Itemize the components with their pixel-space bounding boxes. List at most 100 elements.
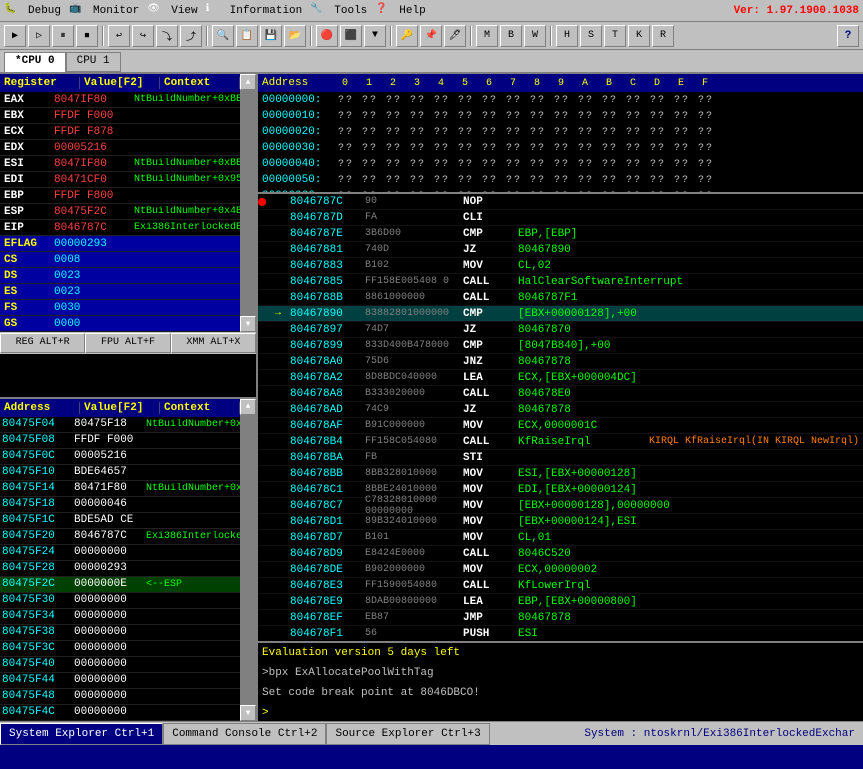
disasm-row[interactable]: 804678EF EB87 JMP 80467878: [258, 610, 863, 626]
toolbar-btn-20[interactable]: B: [500, 25, 522, 47]
stack-scrollbar[interactable]: ▲ ▼: [240, 399, 256, 722]
stack-row[interactable]: 80475F48 00000000: [0, 689, 240, 705]
disasm-row[interactable]: 80467883 B102 MOV CL,02: [258, 258, 863, 274]
disasm-row[interactable]: 80467897 74D7 JZ 80467870: [258, 322, 863, 338]
reg-row[interactable]: DS 0023: [0, 268, 240, 284]
stack-scroll-down[interactable]: ▼: [240, 705, 256, 721]
toolbar-btn-13[interactable]: 🔴: [316, 25, 338, 47]
toolbar-btn-24[interactable]: T: [604, 25, 626, 47]
reg-row[interactable]: EDX 00005216: [0, 140, 240, 156]
disasm-row[interactable]: 80467899 833D400B478000 CMP [8047B840],+…: [258, 338, 863, 354]
disasm-row[interactable]: 8046788B 8861000000 CALL 8046787F1: [258, 290, 863, 306]
disasm-row[interactable]: 804678D1 89B324010000 MOV [EBX+00000124]…: [258, 514, 863, 530]
toolbar-btn-15[interactable]: ▼: [364, 25, 386, 47]
disasm-row[interactable]: 804678C1 8BBE24010000 MOV EDI,[EBX+00000…: [258, 482, 863, 498]
stack-row[interactable]: 80475F04 80475F18 NtBuildNumber+0x4B7: [0, 417, 240, 433]
stack-row[interactable]: 80475F38 00000000: [0, 625, 240, 641]
stack-row[interactable]: 80475F4C 00000000: [0, 705, 240, 721]
cpu-tab-1[interactable]: CPU 1: [66, 52, 121, 72]
disasm-row[interactable]: 804678D7 B101 MOV CL,01: [258, 530, 863, 546]
toolbar-btn-9[interactable]: 🔍: [212, 25, 234, 47]
cpu-tab-0[interactable]: *CPU 0: [4, 52, 66, 72]
stack-row[interactable]: 80475F40 00000000: [0, 657, 240, 673]
toolbar-btn-19[interactable]: M: [476, 25, 498, 47]
disasm-row[interactable]: 804678DE B902000000 MOV ECX,00000002: [258, 562, 863, 578]
stack-row[interactable]: 80475F28 00000293: [0, 561, 240, 577]
stack-row[interactable]: 80475F3C 00000000: [0, 641, 240, 657]
stack-scroll-track[interactable]: [240, 415, 256, 706]
reg-btn-fpu[interactable]: FPU ALT+F: [85, 333, 170, 353]
disasm-row[interactable]: 8046787C 90 NOP: [258, 194, 863, 210]
stack-row[interactable]: 80475F2C 0000000E <--ESP: [0, 577, 240, 593]
toolbar-btn-11[interactable]: 💾: [260, 25, 282, 47]
stack-row[interactable]: 80475F44 00000000: [0, 673, 240, 689]
disasm-row[interactable]: 8046787D FA CLI: [258, 210, 863, 226]
toolbar-btn-17[interactable]: 📌: [420, 25, 442, 47]
stack-row[interactable]: 80475F0C 00005216: [0, 449, 240, 465]
reg-row[interactable]: EIP 8046787C Exi386InterlockedEx: [0, 220, 240, 236]
toolbar-btn-6[interactable]: ↪: [132, 25, 154, 47]
toolbar-btn-3[interactable]: ⏸: [52, 25, 74, 47]
toolbar-btn-18[interactable]: 🖋: [444, 25, 466, 47]
toolbar-btn-26[interactable]: R: [652, 25, 674, 47]
disasm-row[interactable]: 804678BA FB STI: [258, 450, 863, 466]
toolbar-btn-23[interactable]: S: [580, 25, 602, 47]
stack-row[interactable]: 80475F20 8046787C Exi386InterlockedEx: [0, 529, 240, 545]
disasm-row[interactable]: 80467885 FF158E005408 0 CALL HalClearSof…: [258, 274, 863, 290]
stack-row[interactable]: 80475F18 00000046: [0, 497, 240, 513]
registers-scroll-up[interactable]: ▲: [240, 74, 256, 90]
bottom-tab-2[interactable]: Source Explorer Ctrl+3: [326, 723, 489, 745]
stack-row[interactable]: 80475F10 BDE64657: [0, 465, 240, 481]
reg-row[interactable]: EBP FFDF F800: [0, 188, 240, 204]
stack-row[interactable]: 80475F24 00000000: [0, 545, 240, 561]
menu-monitor[interactable]: Monitor: [87, 3, 145, 19]
disasm-row[interactable]: 804678D9 E8424E0000 CALL 8046C520: [258, 546, 863, 562]
disasm-row[interactable]: 80467881 740D JZ 80467890: [258, 242, 863, 258]
registers-scroll-track[interactable]: [240, 90, 256, 316]
toolbar-btn-4[interactable]: ⏹: [76, 25, 98, 47]
stack-row[interactable]: 80475F34 00000000: [0, 609, 240, 625]
toolbar-btn-12[interactable]: 📂: [284, 25, 306, 47]
reg-row[interactable]: EDI 80471CF0 NtBuildNumber+0x954: [0, 172, 240, 188]
toolbar-btn-8[interactable]: ⤴: [180, 25, 202, 47]
disasm-row[interactable]: 8046787E 3B6D00 CMP EBP,[EBP]: [258, 226, 863, 242]
toolbar-btn-1[interactable]: ▶: [4, 25, 26, 47]
disasm-row[interactable]: 804678A0 75D6 JNZ 80467878: [258, 354, 863, 370]
reg-btn-reg[interactable]: REG ALT+R: [0, 333, 85, 353]
toolbar-btn-2[interactable]: ▷: [28, 25, 50, 47]
reg-row[interactable]: ECX FFDF F878: [0, 124, 240, 140]
reg-row[interactable]: ES 0023: [0, 284, 240, 300]
disasm-row[interactable]: 804678E3 FF1590054080 CALL KfLowerIrql: [258, 578, 863, 594]
toolbar-btn-7[interactable]: ⤵: [156, 25, 178, 47]
disasm-row[interactable]: 804678B4 FF158C054080 CALL KfRaiseIrql K…: [258, 434, 863, 450]
bottom-tab-0[interactable]: System Explorer Ctrl+1: [0, 723, 163, 745]
menu-debug[interactable]: Debug: [22, 3, 67, 19]
console-prompt[interactable]: >: [258, 703, 863, 721]
toolbar-btn-5[interactable]: ↩: [108, 25, 130, 47]
toolbar-btn-14[interactable]: ⬛: [340, 25, 362, 47]
reg-row[interactable]: EAX 8047IF80 NtBuildNumber+0xBE4: [0, 92, 240, 108]
disasm-row[interactable]: 804678F1 56 PUSH ESI: [258, 626, 863, 641]
toolbar-btn-16[interactable]: 🔑: [396, 25, 418, 47]
reg-row[interactable]: EFLAG 00000293: [0, 236, 240, 252]
stack-row[interactable]: 80475F14 80471F80 NtBuildNumber+0xBE4: [0, 481, 240, 497]
disasm-row[interactable]: 804678AD 74C9 JZ 80467878: [258, 402, 863, 418]
reg-row[interactable]: FS 0030: [0, 300, 240, 316]
disasm-row[interactable]: 804678A8 B333020000 CALL 804678E0: [258, 386, 863, 402]
menu-view[interactable]: View: [165, 3, 203, 19]
disasm-row[interactable]: 804678C7 C78328010000 00000000 MOV [EBX+…: [258, 498, 863, 514]
disasm-row[interactable]: 804678E9 8DAB00800000 LEA EBP,[EBX+00000…: [258, 594, 863, 610]
disasm-row[interactable]: 804678A2 8D8BDC040000 LEA ECX,[EBX+00000…: [258, 370, 863, 386]
reg-row[interactable]: CS 0008: [0, 252, 240, 268]
reg-row[interactable]: GS 0000: [0, 316, 240, 332]
toolbar-btn-10[interactable]: 📋: [236, 25, 258, 47]
registers-scrollbar[interactable]: ▲ ▼: [240, 74, 256, 332]
menu-information[interactable]: Information: [224, 3, 309, 19]
stack-scroll-up[interactable]: ▲: [240, 399, 256, 415]
menu-help[interactable]: Help: [393, 3, 431, 19]
bottom-tab-1[interactable]: Command Console Ctrl+2: [163, 723, 326, 745]
toolbar-btn-25[interactable]: K: [628, 25, 650, 47]
disasm-row[interactable]: → 80467890 83882801000000 CMP [EBX+00000…: [258, 306, 863, 322]
registers-scroll-down[interactable]: ▼: [240, 316, 256, 332]
toolbar-help-btn[interactable]: ?: [837, 25, 859, 47]
